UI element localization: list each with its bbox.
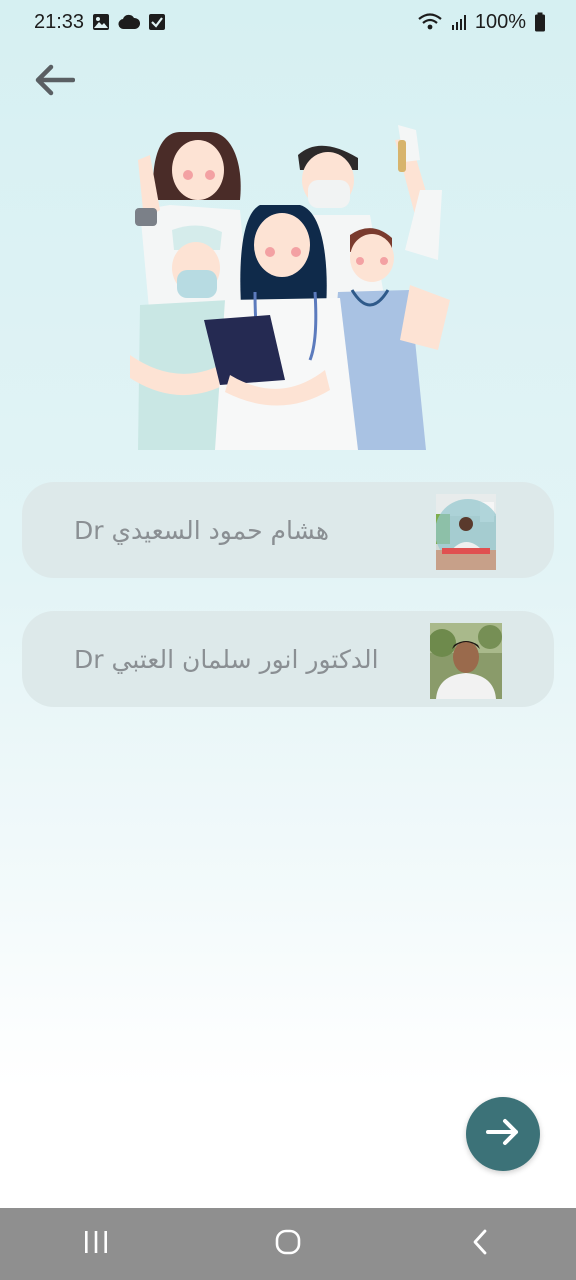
signal-icon xyxy=(451,14,467,30)
status-right: 100% xyxy=(417,11,546,34)
system-nav-bar xyxy=(0,1208,576,1280)
chevron-left-icon xyxy=(470,1228,490,1260)
task-check-icon xyxy=(148,13,166,31)
doctor-name: الدكتور انور سلمان العتبي Dr xyxy=(74,644,379,674)
doctor-card-2[interactable]: الدكتور انور سلمان العتبي Dr xyxy=(22,611,554,707)
status-bar: 21:33 100% xyxy=(0,0,576,44)
cloud-icon xyxy=(118,14,141,30)
status-left: 21:33 xyxy=(34,11,166,34)
recents-button[interactable] xyxy=(56,1214,136,1274)
medical-team-illustration xyxy=(120,120,460,455)
next-button[interactable] xyxy=(466,1097,540,1171)
battery-percent: 100% xyxy=(474,10,526,33)
arrow-left-icon xyxy=(33,63,76,101)
wifi-icon xyxy=(417,13,443,31)
home-button[interactable] xyxy=(248,1214,328,1274)
doctor-avatar xyxy=(428,623,502,699)
back-button[interactable] xyxy=(30,58,78,106)
recents-icon xyxy=(83,1230,109,1258)
doctor-card-1[interactable]: هشام حمود السعيدي Dr xyxy=(22,482,554,578)
nav-back-button[interactable] xyxy=(440,1214,520,1274)
home-icon xyxy=(274,1228,302,1260)
doctor-avatar xyxy=(430,494,502,570)
gallery-icon xyxy=(92,13,110,31)
battery-icon xyxy=(534,12,546,32)
doctor-name: هشام حمود السعيدي Dr xyxy=(74,515,330,545)
status-time: 21:33 xyxy=(34,10,85,33)
arrow-right-icon xyxy=(485,1117,521,1151)
